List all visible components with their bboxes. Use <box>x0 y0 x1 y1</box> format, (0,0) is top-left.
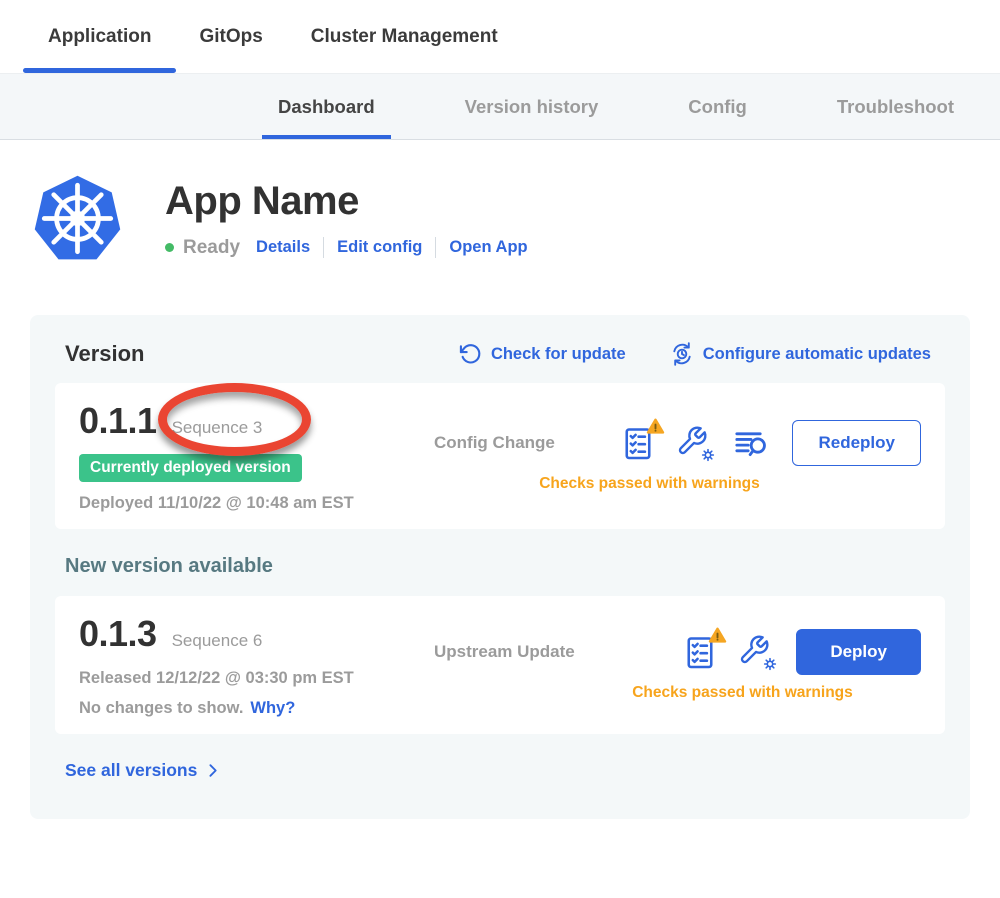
gear-icon <box>762 656 778 672</box>
view-config-button[interactable] <box>738 634 774 670</box>
see-all-versions-label: See all versions <box>65 760 197 781</box>
version-source-label: Upstream Update <box>434 642 575 662</box>
warning-triangle-icon <box>646 417 665 436</box>
version-source-label: Config Change <box>434 433 555 453</box>
sub-tab-config[interactable]: Config <box>688 74 747 139</box>
preflight-checks-button[interactable] <box>682 634 718 670</box>
current-version-info: 0.1.1 Sequence 3 Currently deployed vers… <box>79 400 434 513</box>
no-changes-text: No changes to show. <box>79 699 243 718</box>
deployed-timestamp: Deployed 11/10/22 @ 10:48 am EST <box>79 494 434 513</box>
app-status-text: Ready <box>183 237 240 259</box>
warning-triangle-icon <box>708 626 727 645</box>
current-version-number: 0.1.1 <box>79 400 157 442</box>
top-tab-application[interactable]: Application <box>48 0 151 73</box>
preflight-checks-status[interactable]: Checks passed with warnings <box>434 475 921 493</box>
version-card-title: Version <box>65 341 144 367</box>
view-config-button[interactable] <box>676 425 712 461</box>
divider <box>435 237 436 258</box>
divider <box>323 237 324 258</box>
refresh-icon <box>459 343 482 366</box>
available-version-row: 0.1.3 Sequence 6 Released 12/12/22 @ 03:… <box>55 596 945 734</box>
details-link[interactable]: Details <box>256 238 310 257</box>
app-name-title: App Name <box>165 179 528 224</box>
configure-automatic-updates-button[interactable]: Configure automatic updates <box>670 342 931 366</box>
available-version-line: 0.1.3 Sequence 6 <box>79 613 434 655</box>
available-version-info: 0.1.3 Sequence 6 Released 12/12/22 @ 03:… <box>79 613 434 718</box>
no-changes-line: No changes to show. Why? <box>79 699 434 718</box>
gear-icon <box>700 447 716 463</box>
redeploy-button[interactable]: Redeploy <box>792 420 921 466</box>
version-card: Version Check for update Configure <box>30 315 970 819</box>
ready-status-dot-icon <box>165 243 174 252</box>
app-header: App Name Ready Details Edit config Open … <box>30 170 1000 267</box>
current-version-row: 0.1.1 Sequence 3 Currently deployed vers… <box>55 383 945 529</box>
check-for-update-label: Check for update <box>491 345 626 364</box>
sub-tab-dashboard[interactable]: Dashboard <box>278 74 375 139</box>
top-tab-cluster-management[interactable]: Cluster Management <box>311 0 498 73</box>
app-header-info: App Name Ready Details Edit config Open … <box>165 179 528 259</box>
top-tab-gitops[interactable]: GitOps <box>199 0 262 73</box>
why-link[interactable]: Why? <box>250 699 295 718</box>
available-version-sequence: Sequence 6 <box>172 631 263 651</box>
current-version-actions-region: Config Change <box>434 400 921 513</box>
available-version-icons <box>682 634 774 670</box>
app-status-row: Ready Details Edit config Open App <box>165 237 528 259</box>
check-for-update-button[interactable]: Check for update <box>459 343 626 366</box>
kubernetes-logo <box>30 170 125 267</box>
new-version-available-heading: New version available <box>65 555 935 578</box>
see-all-versions-link[interactable]: See all versions <box>65 760 945 781</box>
chevron-right-icon <box>204 762 221 779</box>
version-card-header: Version Check for update Configure <box>55 341 945 367</box>
sub-tab-troubleshoot[interactable]: Troubleshoot <box>837 74 954 139</box>
released-timestamp: Released 12/12/22 @ 03:30 pm EST <box>79 669 434 688</box>
app-sub-navigation: Dashboard Version history Config Trouble… <box>0 73 1000 140</box>
top-navigation: Application GitOps Cluster Management <box>0 0 1000 73</box>
current-version-sequence: Sequence 3 <box>172 418 263 438</box>
deploy-button[interactable]: Deploy <box>796 629 921 675</box>
current-version-line: 0.1.1 Sequence 3 <box>79 400 434 442</box>
currently-deployed-badge: Currently deployed version <box>79 454 302 482</box>
sub-tab-version-history[interactable]: Version history <box>465 74 599 139</box>
auto-update-clock-icon <box>670 342 694 366</box>
available-version-number: 0.1.3 <box>79 613 157 655</box>
current-version-icons <box>620 425 770 461</box>
configure-automatic-updates-label: Configure automatic updates <box>703 345 931 364</box>
view-diff-icon <box>732 426 770 460</box>
edit-config-link[interactable]: Edit config <box>337 238 422 257</box>
version-card-actions: Check for update Configure automatic upd… <box>459 342 931 366</box>
open-app-link[interactable]: Open App <box>449 238 527 257</box>
preflight-checks-button[interactable] <box>620 425 656 461</box>
view-diff-button[interactable] <box>732 425 770 461</box>
preflight-checks-status[interactable]: Checks passed with warnings <box>434 684 921 702</box>
available-version-actions-region: Upstream Update <box>434 613 921 718</box>
